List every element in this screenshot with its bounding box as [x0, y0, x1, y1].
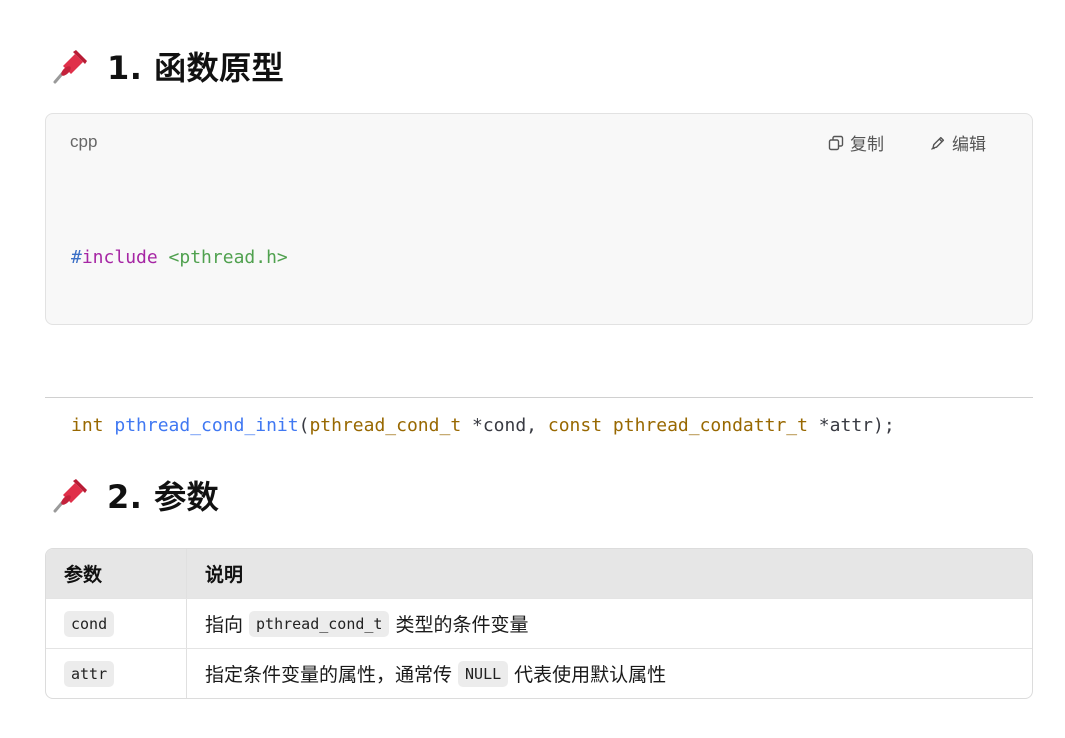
pushpin-icon	[53, 50, 87, 84]
table-header-row: 参数 说明	[46, 549, 1032, 598]
code-actions: 复制 编辑	[828, 130, 986, 155]
inline-code: pthread_cond_t	[249, 610, 390, 637]
code-content: #include <pthread.h> int pthread_cond_in…	[71, 198, 895, 486]
section-heading-params: 2. 参数	[45, 475, 220, 516]
param-cell: attr	[46, 649, 187, 698]
param-table: 参数 说明 cond 指向 pthread_cond_t 类型的条件变量 att…	[45, 548, 1033, 699]
desc-cell: 指向 pthread_cond_t 类型的条件变量	[187, 610, 1032, 637]
inline-code: cond	[64, 610, 115, 637]
desc-text: 指向	[205, 614, 244, 636]
table-row: cond 指向 pthread_cond_t 类型的条件变量	[46, 598, 1032, 648]
code-block: cpp 复制 编辑 #include <pthread.h> int pthre…	[45, 113, 1033, 436]
pushpin-icon	[53, 479, 87, 513]
desc-text: 类型的条件变量	[395, 614, 529, 636]
header-desc: 说明	[205, 564, 244, 586]
edit-label: 编辑	[952, 135, 986, 155]
copy-label: 复制	[850, 135, 884, 155]
section-title: 2. 参数	[107, 478, 220, 516]
copy-button[interactable]: 复制	[828, 130, 884, 155]
param-cell: cond	[46, 599, 187, 648]
inline-code: attr	[64, 660, 115, 687]
code-line-prototype: int pthread_cond_init(pthread_cond_t *co…	[71, 415, 895, 436]
header-param: 参数	[46, 549, 187, 598]
pencil-icon	[931, 136, 945, 150]
section-heading-prototype: 1. 函数原型	[45, 46, 285, 87]
inline-code: NULL	[458, 660, 509, 687]
section-title: 1. 函数原型	[107, 49, 285, 87]
code-language-label: cpp	[70, 132, 98, 151]
copy-icon	[828, 135, 844, 150]
desc-text: 指定条件变量的属性，通常传	[205, 664, 453, 686]
desc-text: 代表使用默认属性	[514, 664, 667, 686]
horizontal-divider	[45, 397, 1033, 398]
desc-cell: 指定条件变量的属性，通常传 NULL 代表使用默认属性	[187, 660, 1032, 687]
code-line-include: #include <pthread.h>	[71, 247, 288, 268]
table-row: attr 指定条件变量的属性，通常传 NULL 代表使用默认属性	[46, 648, 1032, 698]
edit-button[interactable]: 编辑	[930, 130, 986, 155]
